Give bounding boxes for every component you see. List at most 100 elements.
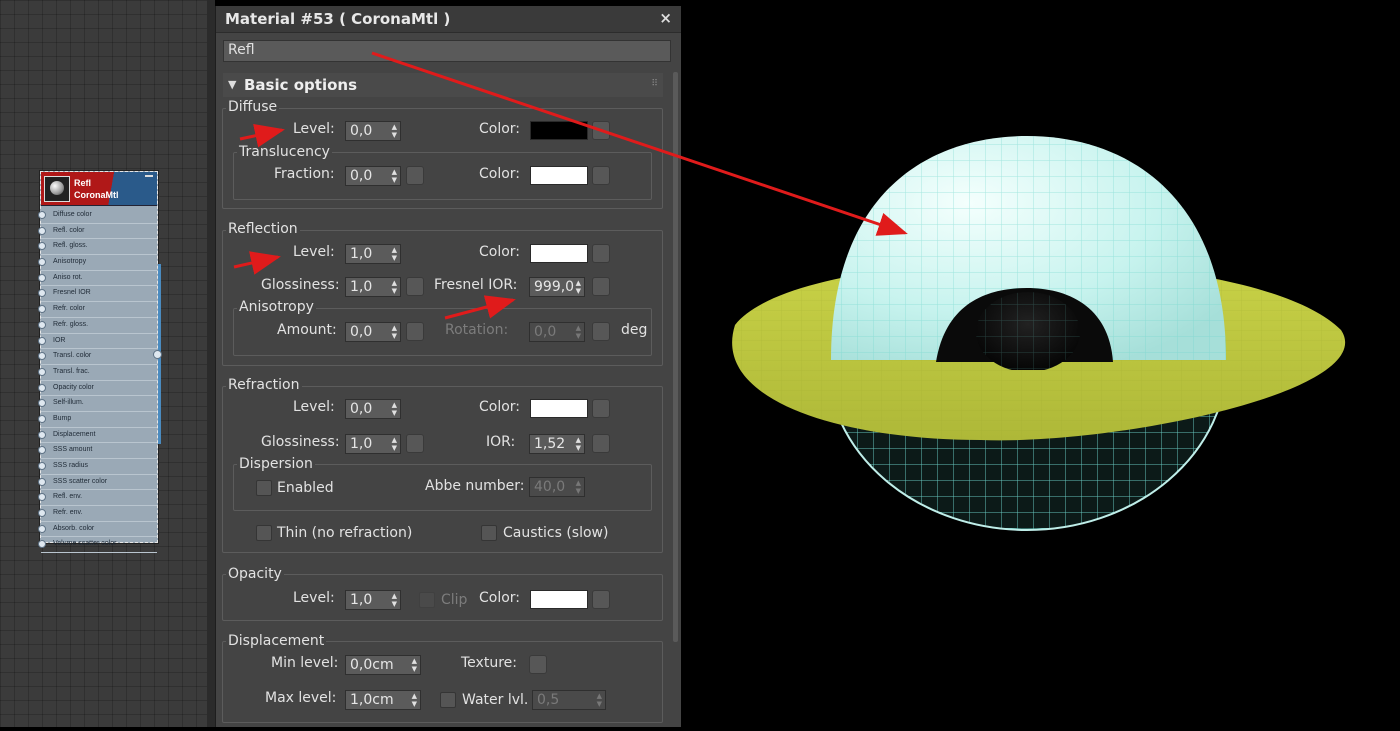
fresnel-ior-spinner[interactable]: 999,0 ▲ ▼ (529, 277, 585, 297)
translucency-fraction-spinner[interactable]: 0,0 ▲ ▼ (345, 166, 401, 186)
node-slot[interactable]: Bump (38, 412, 157, 428)
refraction-color-swatch[interactable] (530, 399, 588, 418)
slot-socket-icon[interactable] (38, 336, 46, 345)
slot-socket-icon[interactable] (38, 446, 46, 455)
3d-viewport[interactable] (681, 0, 1400, 727)
slate-node-editor[interactable]: Refl CoronaMtl Diffuse color Refl. color R… (0, 0, 210, 727)
node-slot[interactable]: Fresnel IOR (38, 286, 157, 303)
node-slot[interactable]: Refr. gloss. (38, 318, 157, 334)
slot-socket-icon[interactable] (38, 242, 46, 251)
spinner-arrows-icon[interactable]: ▲ ▼ (576, 436, 581, 452)
node-slot[interactable]: Transl. color (38, 349, 157, 365)
node-slot[interactable]: Aniso rot. (38, 271, 157, 287)
spinner-arrows-icon[interactable]: ▲ ▼ (392, 168, 397, 184)
spinner-arrows-icon[interactable]: ▲ ▼ (392, 401, 397, 417)
opacity-clip-checkbox[interactable] (419, 592, 435, 608)
slot-socket-icon[interactable] (38, 493, 46, 502)
water-level-checkbox[interactable] (440, 692, 456, 708)
spinner-arrows-icon[interactable]: ▲ ▼ (392, 592, 397, 608)
spinner-arrows-icon[interactable]: ▲ ▼ (412, 657, 417, 673)
refraction-gloss-spinner[interactable]: 1,0 ▲ ▼ (345, 434, 401, 454)
dispersion-enabled-checkbox[interactable] (256, 480, 272, 496)
refraction-map-button[interactable] (592, 399, 610, 418)
slot-socket-icon[interactable] (38, 399, 46, 408)
diffuse-color-swatch[interactable] (530, 121, 588, 140)
node-slot[interactable]: Anisotropy (38, 255, 157, 271)
refraction-ior-spinner[interactable]: 1,52 ▲ ▼ (529, 434, 585, 454)
node-slot[interactable]: Refl. color (38, 224, 157, 240)
slot-socket-icon[interactable] (38, 430, 46, 439)
node-slot[interactable]: Refl. gloss. (38, 239, 157, 256)
node-slot[interactable]: Refl. env. (38, 490, 157, 507)
spinner-arrows-icon[interactable]: ▲ ▼ (392, 324, 397, 340)
slot-socket-icon[interactable] (38, 211, 46, 219)
slot-socket-icon[interactable] (38, 320, 46, 329)
slot-socket-icon[interactable] (38, 289, 46, 298)
spinner-arrows-icon[interactable]: ▲ ▼ (392, 123, 397, 139)
reflection-gloss-map-button[interactable] (406, 277, 424, 296)
thin-checkbox[interactable] (256, 525, 272, 541)
slot-socket-icon[interactable] (38, 352, 46, 361)
panel-splitter[interactable] (207, 0, 215, 727)
node-slot[interactable]: IOR (38, 334, 157, 350)
node-slot[interactable]: Opacity color (38, 381, 157, 397)
node-slot[interactable]: Transl. frac. (38, 365, 157, 381)
spinner-arrows-icon[interactable]: ▲ ▼ (576, 279, 581, 295)
node-header[interactable]: Refl CoronaMtl (41, 172, 157, 206)
displacement-max-spinner[interactable]: 1,0cm ▲ ▼ (345, 690, 421, 710)
slot-socket-icon[interactable] (38, 273, 46, 282)
anisotropy-rotation-map-button[interactable] (592, 322, 610, 341)
water-level-spinner[interactable]: 0,5 ▲ ▼ (532, 690, 606, 710)
caustics-checkbox[interactable] (481, 525, 497, 541)
refraction-gloss-map-button[interactable] (406, 434, 424, 453)
displacement-min-spinner[interactable]: 0,0cm ▲ ▼ (345, 655, 421, 675)
rollout-collapse-icon[interactable]: ▼ (228, 78, 236, 91)
displacement-texture-map-button[interactable] (529, 655, 547, 674)
slot-socket-icon[interactable] (38, 414, 46, 423)
reflection-map-button[interactable] (592, 244, 610, 263)
slot-socket-icon[interactable] (38, 305, 46, 314)
slot-socket-icon[interactable] (38, 509, 46, 518)
slot-socket-icon[interactable] (38, 462, 46, 470)
refraction-level-spinner[interactable]: 0,0 ▲ ▼ (345, 399, 401, 419)
anisotropy-amount-map-button[interactable] (406, 322, 424, 341)
node-output-socket[interactable] (153, 350, 162, 359)
spinner-arrows-icon[interactable]: ▲ ▼ (597, 692, 602, 708)
slot-socket-icon[interactable] (38, 477, 46, 486)
node-slot[interactable]: Refr. color (38, 302, 157, 318)
opacity-level-spinner[interactable]: 1,0 ▲ ▼ (345, 590, 401, 610)
reflection-color-swatch[interactable] (530, 244, 588, 263)
close-icon[interactable]: × (659, 9, 672, 27)
spinner-arrows-icon[interactable]: ▲ ▼ (412, 692, 417, 708)
node-slot[interactable]: Absorb. color (38, 522, 157, 538)
panel-scrollbar[interactable] (673, 72, 678, 642)
reflection-gloss-spinner[interactable]: 1,0 ▲ ▼ (345, 277, 401, 297)
node-slot[interactable]: Refr. env. (38, 506, 157, 522)
diffuse-map-button[interactable] (592, 121, 610, 140)
fresnel-ior-map-button[interactable] (592, 277, 610, 296)
slot-socket-icon[interactable] (38, 258, 46, 267)
abbe-number-spinner[interactable]: 40,0 ▲ ▼ (529, 477, 585, 497)
slot-socket-icon[interactable] (38, 226, 46, 235)
node-slot[interactable]: SSS amount (38, 443, 157, 459)
reflection-level-spinner[interactable]: 1,0 ▲ ▼ (345, 244, 401, 264)
material-node[interactable]: Refl CoronaMtl Diffuse color Refl. color R… (38, 171, 162, 554)
rollout-basic-options[interactable]: ▼ Basic options ⠿ (223, 73, 663, 97)
node-slot[interactable]: SSS radius (38, 459, 157, 475)
anisotropy-rotation-spinner[interactable]: 0,0 ▲ ▼ (529, 322, 585, 342)
spinner-arrows-icon[interactable]: ▲ ▼ (392, 246, 397, 262)
translucency-map-button[interactable] (592, 166, 610, 185)
material-name-field[interactable]: Refl (223, 40, 671, 62)
spinner-arrows-icon[interactable]: ▲ ▼ (392, 279, 397, 295)
opacity-color-swatch[interactable] (530, 590, 588, 609)
node-slot[interactable]: Volume scatter color (38, 537, 157, 554)
node-slot[interactable]: Displacement (38, 428, 157, 444)
slot-socket-icon[interactable] (38, 383, 46, 392)
spinner-arrows-icon[interactable]: ▲ ▼ (392, 436, 397, 452)
node-collapse-icon[interactable] (145, 175, 153, 177)
spinner-arrows-icon[interactable]: ▲ ▼ (576, 324, 581, 340)
node-slot[interactable]: Self-illum. (38, 396, 157, 412)
refraction-ior-map-button[interactable] (592, 434, 610, 453)
slot-socket-icon[interactable] (38, 540, 46, 549)
translucency-fraction-map-button[interactable] (406, 166, 424, 185)
